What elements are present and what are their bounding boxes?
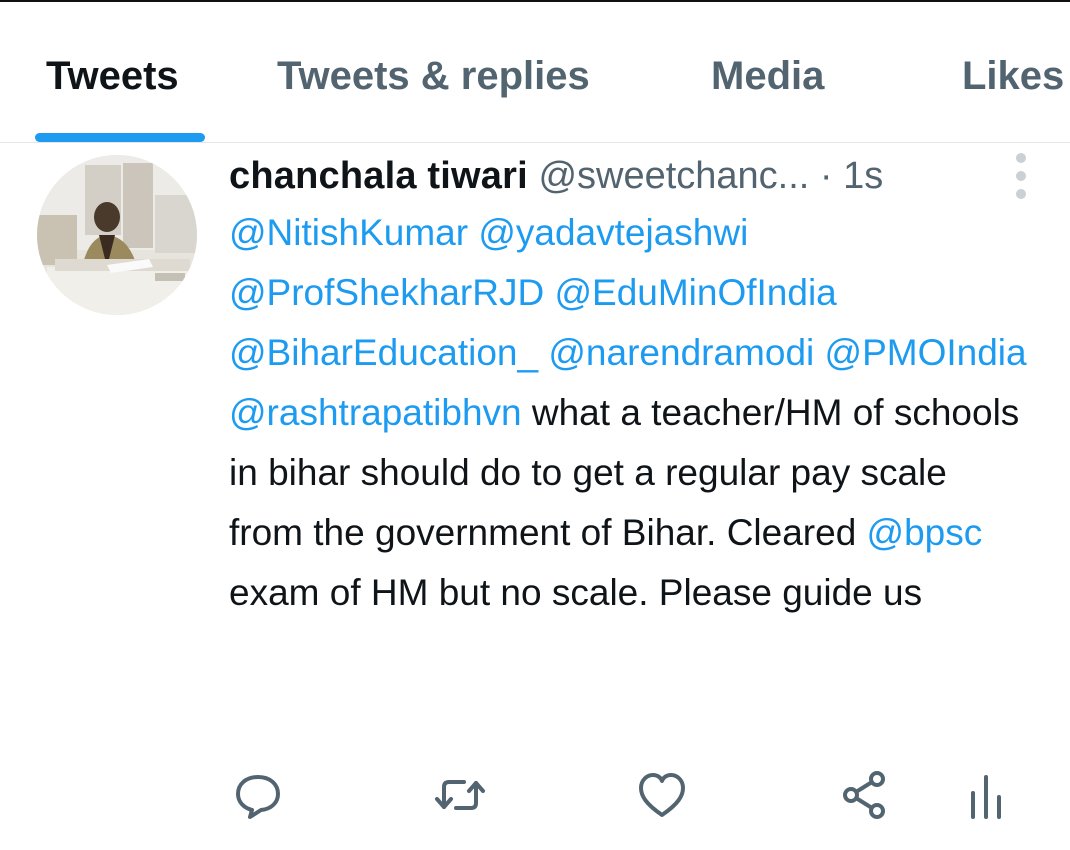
mention-link[interactable]: @BiharEducation_ [229,332,538,373]
profile-tab-bar: Tweets Tweets & replies Media Likes [0,0,1070,143]
active-tab-indicator [35,133,205,142]
mention-link[interactable]: @ProfShekharRJD [229,272,544,313]
tweet-text-segment: exam of HM but no scale. Please guide us [229,572,923,613]
tweet-actions [0,765,1070,835]
mention-link[interactable]: @bpsc [867,512,983,553]
more-options-icon[interactable] [1010,153,1032,201]
tab-likes[interactable]: Likes [962,52,1064,100]
mention-link[interactable]: @PMOIndia [825,332,1027,373]
mention-link[interactable]: @yadavtejashwi [478,212,748,253]
like-icon[interactable] [632,765,692,825]
tweet-timestamp[interactable]: 1s [843,155,883,197]
mention-link[interactable]: @narendramodi [548,332,814,373]
tweet-header: chanchala tiwari @sweetchanc... · 1s [229,151,883,201]
avatar[interactable] [37,155,197,315]
tab-tweets[interactable]: Tweets [46,52,179,100]
display-name[interactable]: chanchala tiwari [229,155,528,197]
tweet-text: @NitishKumar @yadavtejashwi @ProfShekhar… [229,203,1029,623]
analytics-icon[interactable] [956,765,1016,825]
tab-media[interactable]: Media [711,52,824,100]
avatar-photo [37,155,197,315]
reply-icon[interactable] [228,765,288,825]
tweet[interactable]: chanchala tiwari @sweetchanc... · 1s @Ni… [0,143,1070,850]
retweet-icon[interactable] [430,765,490,825]
share-icon[interactable] [835,765,895,825]
mention-link[interactable]: @EduMinOfIndia [554,272,836,313]
user-handle[interactable]: @sweetchanc... [538,155,809,197]
mention-link[interactable]: @rashtrapatibhvn [229,392,522,433]
tab-tweets-and-replies[interactable]: Tweets & replies [277,52,590,100]
header-separator: · [819,155,833,197]
mention-link[interactable]: @NitishKumar [229,212,468,253]
